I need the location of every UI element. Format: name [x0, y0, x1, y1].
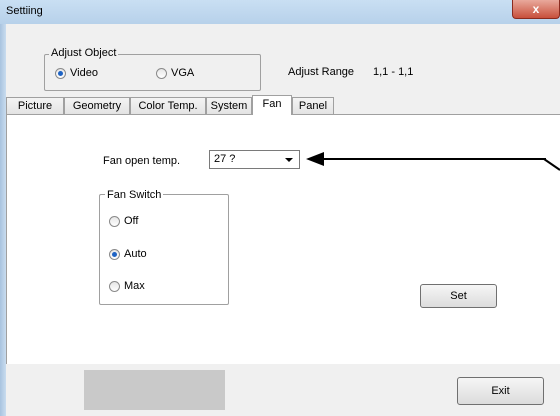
- status-area: [84, 370, 225, 410]
- radio-off-dot[interactable]: [109, 215, 120, 227]
- radio-auto-dot[interactable]: [109, 248, 120, 260]
- tab-label: Color Temp.: [138, 100, 198, 112]
- tab-picture[interactable]: Picture: [6, 97, 64, 114]
- radio-video[interactable]: Video: [55, 67, 98, 79]
- tab-label: Fan: [262, 98, 282, 110]
- tab-label: Geometry: [72, 100, 122, 112]
- fan-open-temp-label: Fan open temp.: [103, 155, 181, 167]
- tab-panel[interactable]: Panel: [292, 97, 334, 114]
- tab-label: System: [210, 100, 248, 112]
- adjust-range-label: Adjust Range: [288, 66, 355, 78]
- tab-fan[interactable]: Fan: [252, 95, 292, 115]
- tab-label: Panel: [298, 100, 328, 112]
- set-button-label: Set: [450, 290, 467, 302]
- window-title: Settiing: [6, 5, 43, 17]
- set-button[interactable]: Set: [420, 284, 497, 308]
- radio-video-label: Video: [70, 67, 98, 79]
- arrow-left-icon: [306, 152, 560, 171]
- fan-open-temp-value: 27 ?: [214, 153, 236, 165]
- radio-max-dot[interactable]: [109, 280, 120, 292]
- fan-switch-legend: Fan Switch: [105, 189, 164, 201]
- fan-open-temp-select[interactable]: 27 ?: [209, 150, 300, 169]
- radio-vga-label: VGA: [171, 67, 195, 79]
- radio-auto-label: Auto: [124, 248, 147, 260]
- tab-system[interactable]: System: [206, 97, 252, 114]
- exit-button[interactable]: Exit: [457, 377, 544, 405]
- adjust-range-value: 1,1 - 1,1: [373, 66, 414, 78]
- chevron-down-icon: [285, 158, 293, 162]
- radio-auto[interactable]: Auto: [109, 248, 147, 260]
- tab-color-temp[interactable]: Color Temp.: [130, 97, 206, 114]
- radio-video-dot[interactable]: [55, 67, 66, 79]
- tab-geometry[interactable]: Geometry: [64, 97, 130, 114]
- exit-button-label: Exit: [491, 385, 510, 397]
- tab-label: Picture: [17, 100, 53, 112]
- radio-max[interactable]: Max: [109, 280, 145, 292]
- radio-vga-dot[interactable]: [156, 67, 167, 79]
- close-icon: x: [532, 2, 540, 16]
- close-button[interactable]: x: [512, 0, 560, 19]
- radio-off-label: Off: [124, 215, 139, 227]
- radio-vga[interactable]: VGA: [156, 67, 194, 79]
- title-bar: Settiing x: [0, 0, 560, 25]
- radio-max-label: Max: [124, 280, 145, 292]
- adjust-object-legend: Adjust Object: [49, 47, 119, 59]
- radio-off[interactable]: Off: [109, 215, 138, 227]
